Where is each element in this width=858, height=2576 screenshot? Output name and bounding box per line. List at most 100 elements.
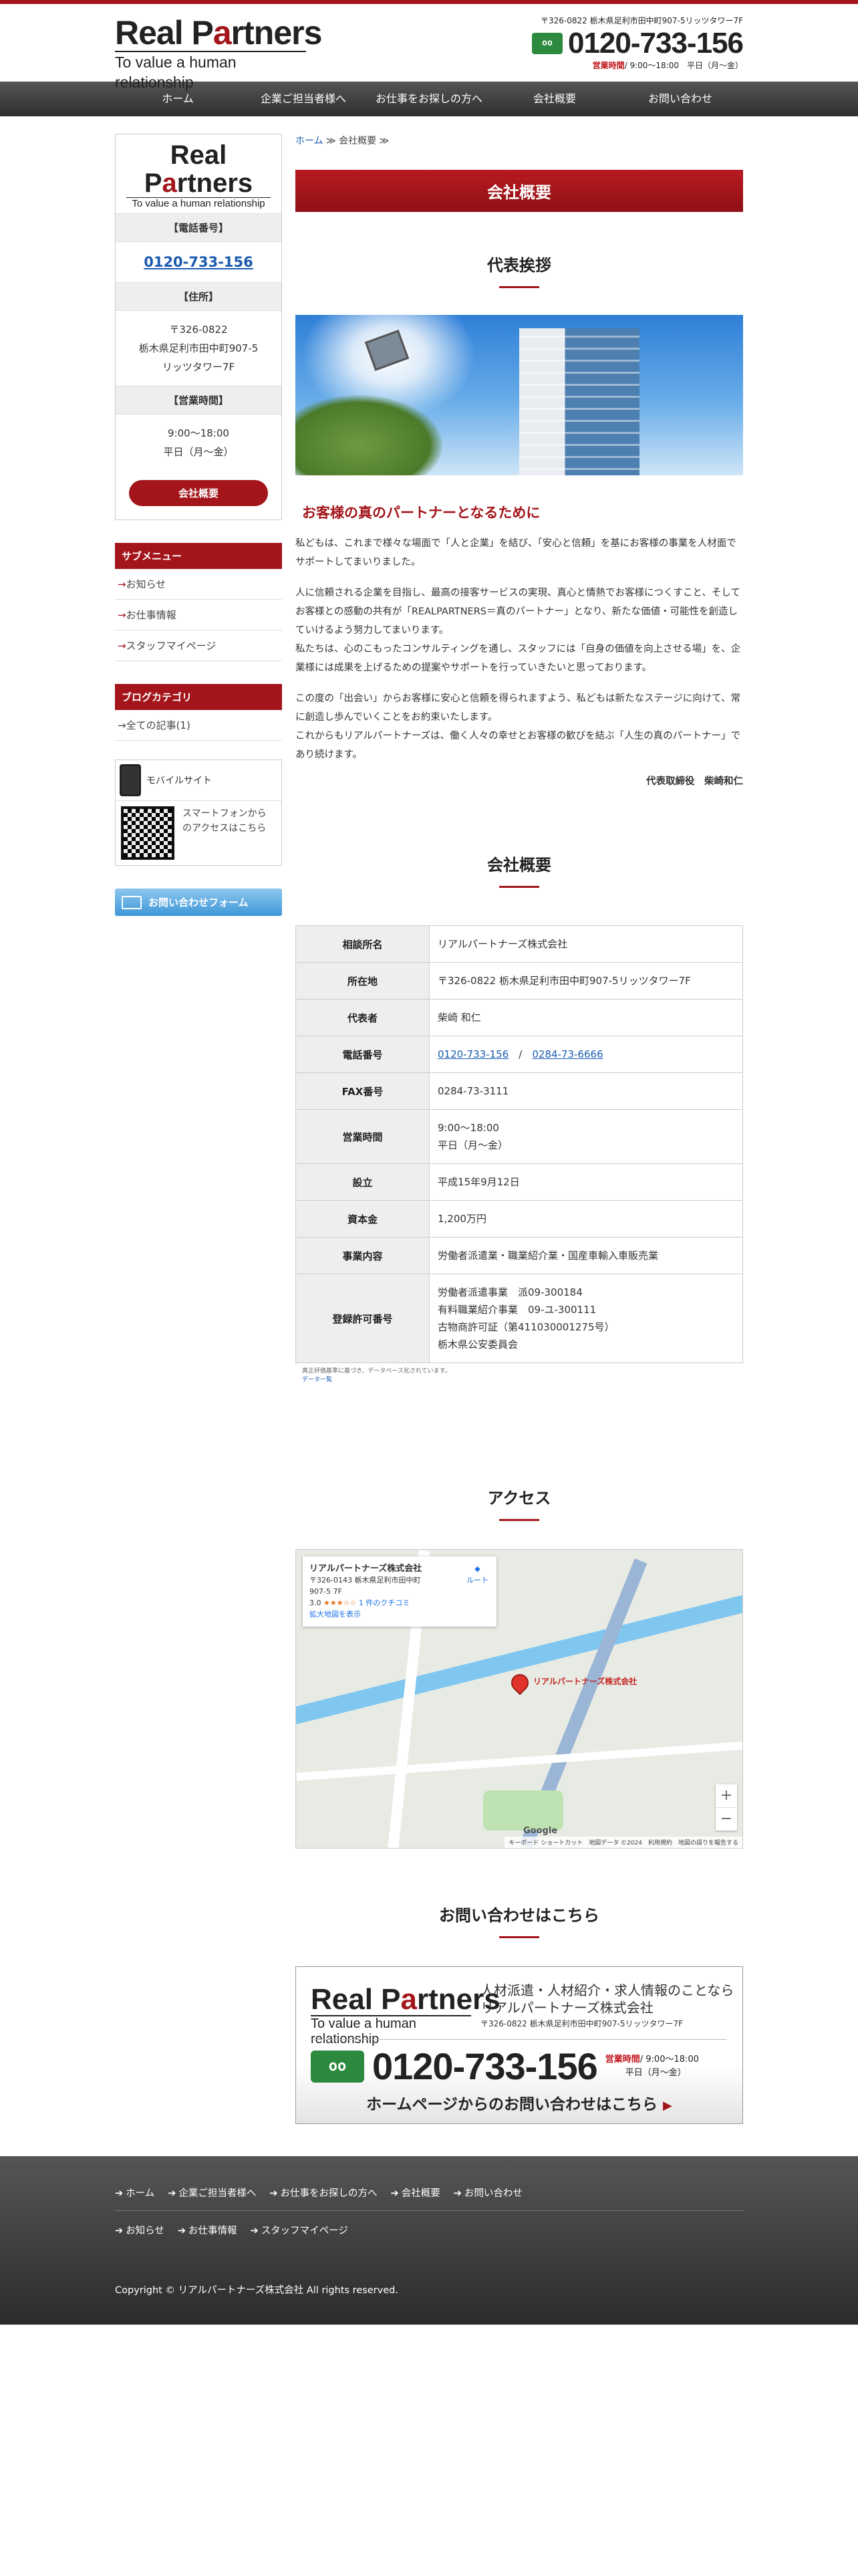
sidebar-address: 〒326-0822 栃木県足利市田中町907-5 リッツタワー7F [116, 311, 281, 386]
contact-form-button[interactable]: お問い合わせフォーム [115, 889, 282, 916]
table-value-cell: 〒326-0822 栃木県足利市田中町907-5リッツタワー7F [429, 962, 743, 1000]
blog-item-all[interactable]: →全ての記事(1) [115, 710, 282, 741]
greeting-signature: 代表取締役 柴崎和仁 [646, 776, 743, 787]
banner-logo: Real Partners To value a human relations… [311, 1983, 500, 2046]
greeting-heading: お客様の真のパートナーとなるために [302, 505, 541, 521]
site-logo[interactable]: Real Partners To value a human relations… [115, 14, 322, 92]
tel-link-freedial[interactable]: 0120-733-156 [438, 1048, 509, 1060]
footer-link-jobs[interactable]: ➔ お仕事情報 [178, 2223, 237, 2237]
site-header: Real Partners To value a human relations… [115, 4, 744, 91]
table-header-cell: FAX番号 [295, 1072, 430, 1110]
header-tel-row: oo 0120-733-156 [531, 27, 744, 60]
directions-button[interactable]: ◆ ルート [466, 1563, 488, 1586]
freedial-icon: oo [531, 33, 563, 54]
table-row: 登録許可番号 労働者派遣事業 派09-300184 有料職業紹介事業 09-ユ-30… [295, 1274, 743, 1363]
table-header-cell: 登録許可番号 [295, 1274, 430, 1363]
breadcrumb-home[interactable]: ホーム [295, 136, 323, 146]
table-header-cell: 電話番号 [295, 1036, 430, 1073]
footer-link-jobseekers[interactable]: ➔ お仕事をお探しの方へ [269, 2186, 377, 2200]
content-wrapper: Real Partners To value a human relations… [115, 116, 743, 2124]
arrow-icon: ➔ [177, 2226, 186, 2236]
greeting-body: 私どもは、これまで様々な場面で「人と企業」を結び、「安心と信頼」を基にお客様の事… [295, 538, 743, 787]
map-attribution[interactable]: キーボード ショートカット 地図データ ©2024 利用規約 地図の誤りを報告す… [505, 1837, 742, 1848]
table-row: 営業時間 9:00～18:00 平日（月～金） [295, 1109, 743, 1164]
table-value-cell: 0120-733-156 / 0284-73-6666 [429, 1036, 743, 1073]
hero-building-image [295, 315, 743, 475]
table-header-cell: 相談所名 [295, 925, 430, 963]
map-info-card: リアルパートナーズ株式会社 〒326-0143 栃木県足利市田中町 907-5 … [303, 1556, 496, 1627]
freedial-icon: oo [311, 2051, 364, 2083]
contact-banner[interactable]: Real Partners To value a human relations… [295, 1966, 743, 2124]
footer-link-company[interactable]: ➔ 会社概要 [391, 2186, 440, 2200]
directions-icon: ◆ [474, 1564, 480, 1573]
contact-section-title: お問い合わせはこちら [295, 1902, 743, 1938]
nav-item-jobseekers[interactable]: お仕事をお探しの方へ [366, 82, 492, 116]
mobile-site-text: スマートフォンからのアクセスはこちら [182, 808, 267, 834]
table-value-cell: 労働者派遣業・職業紹介業・国産車輸入車販売業 [429, 1237, 743, 1274]
google-logo: Google [523, 1826, 558, 1836]
copyright-company-link[interactable]: リアルパートナーズ株式会社 [178, 2285, 304, 2296]
table-row: 事業内容 労働者派遣業・職業紹介業・国産車輸入車販売業 [295, 1237, 743, 1274]
arrow-icon: ➔ [115, 2226, 124, 2236]
mobile-site-box: モバイルサイト スマートフォンからのアクセスはこちら [115, 759, 282, 866]
header-hours: 営業時間/ 9:00～18:00 平日（月～金） [592, 61, 743, 70]
footer-link-staff[interactable]: ➔ スタッフマイページ [251, 2223, 348, 2237]
header-tel[interactable]: 0120-733-156 [568, 27, 744, 60]
table-value-cell: 0284-73-3111 [429, 1072, 743, 1110]
table-value-cell: リアルパートナーズ株式会社 [429, 925, 743, 963]
sidebar-address-heading: 【住所】 [116, 283, 281, 311]
footer-link-corporate[interactable]: ➔ 企業ご担当者様へ [168, 2186, 256, 2200]
sidebar-logo: Real Partners To value a human relations… [116, 134, 281, 214]
sidebar-hours: 9:00～18:00 平日（月～金） [163, 427, 234, 458]
greeting-section-title: 代表挨拶 [295, 252, 743, 288]
footer-link-contact[interactable]: ➔ お問い合わせ [454, 2186, 523, 2200]
zoom-out-button[interactable]: − [716, 1807, 737, 1831]
sidebar-info-box: Real Partners To value a human relations… [115, 134, 282, 520]
submenu-title: サブメニュー [115, 543, 282, 569]
footer-link-news[interactable]: ➔ お知らせ [115, 2223, 164, 2237]
arrow-right-icon: → [118, 719, 126, 731]
main-content: ホーム ≫ 会社概要 ≫ 会社概要 代表挨拶 お客様の真のパートナーとなるために… [295, 134, 743, 2124]
banner-cta: ホームページからのお問い合わせはこちら ▶ [366, 2096, 672, 2113]
enlarge-map-link[interactable]: 拡大地図を表示 [309, 1610, 361, 1619]
copyright: Copyright © リアルパートナーズ株式会社 All rights res… [115, 2285, 398, 2296]
footer-link-home[interactable]: ➔ ホーム [115, 2186, 154, 2200]
arrow-right-icon: → [118, 578, 126, 590]
table-row: 所在地 〒326-0822 栃木県足利市田中町907-5リッツタワー7F [295, 962, 743, 1000]
sidebar-tel-link[interactable]: 0120-733-156 [116, 242, 281, 283]
reviews-link[interactable]: 1 件のクチコミ [359, 1599, 410, 1607]
table-note-link[interactable]: データ一覧 [302, 1377, 332, 1383]
arrow-icon: ➔ [269, 2188, 278, 2199]
table-row: 電話番号 0120-733-156 / 0284-73-6666 [295, 1036, 743, 1073]
google-map[interactable]: リアルパートナーズ株式会社 リアルパートナーズ株式会社 〒326-0143 栃木… [295, 1549, 743, 1849]
banner-hours: 営業時間/ 9:00～18:00 平日（月～金） [605, 2055, 699, 2078]
nav-item-company[interactable]: 会社概要 [492, 82, 617, 116]
nav-item-contact[interactable]: お問い合わせ [617, 82, 743, 116]
table-row: 資本金 1,200万円 [295, 1200, 743, 1238]
submenu-item-jobs[interactable]: →お仕事情報 [115, 600, 282, 630]
submenu-item-news[interactable]: →お知らせ [115, 569, 282, 600]
rating-stars: ★★★☆☆ [323, 1599, 357, 1607]
table-value-cell: 労働者派遣事業 派09-300184 有料職業紹介事業 09-ユ-300111 古物… [429, 1274, 743, 1363]
table-header-cell: 所在地 [295, 962, 430, 1000]
sidebar-company-button[interactable]: 会社概要 [129, 480, 268, 506]
header-address: 〒326-0822 栃木県足利市田中町907-5リッツタワー7F [541, 16, 743, 25]
blog-category-title: ブログカテゴリ [115, 684, 282, 710]
table-note: 真正評価基準に基づき、データベース化されています。 データ一覧 [302, 1368, 451, 1383]
arrow-icon: ➔ [168, 2188, 176, 2199]
arrow-right-icon: → [118, 640, 126, 652]
zoom-in-button[interactable]: + [716, 1784, 737, 1807]
sidebar-hours-heading: 【営業時間】 [116, 386, 281, 415]
smartphone-icon [120, 764, 141, 796]
logo-tagline: To value a human relationship [115, 51, 306, 92]
tel-link-office[interactable]: 0284-73-6666 [532, 1048, 603, 1060]
map-pin-icon[interactable] [507, 1670, 533, 1695]
submenu-item-staff[interactable]: →スタッフマイページ [115, 630, 282, 661]
qr-code[interactable] [121, 806, 174, 860]
arrow-icon: ➔ [390, 2188, 399, 2199]
logo-wordmark: Real Partners [115, 14, 322, 51]
triangle-right-icon: ▶ [663, 2099, 672, 2113]
table-row: 相談所名 リアルパートナーズ株式会社 [295, 925, 743, 963]
banner-tel: 0120-733-156 [372, 2045, 598, 2087]
banner-text: 人材派遣・人材紹介・求人情報のことなら リアルパートナーズ株式会社 〒326-0… [480, 1982, 734, 2028]
